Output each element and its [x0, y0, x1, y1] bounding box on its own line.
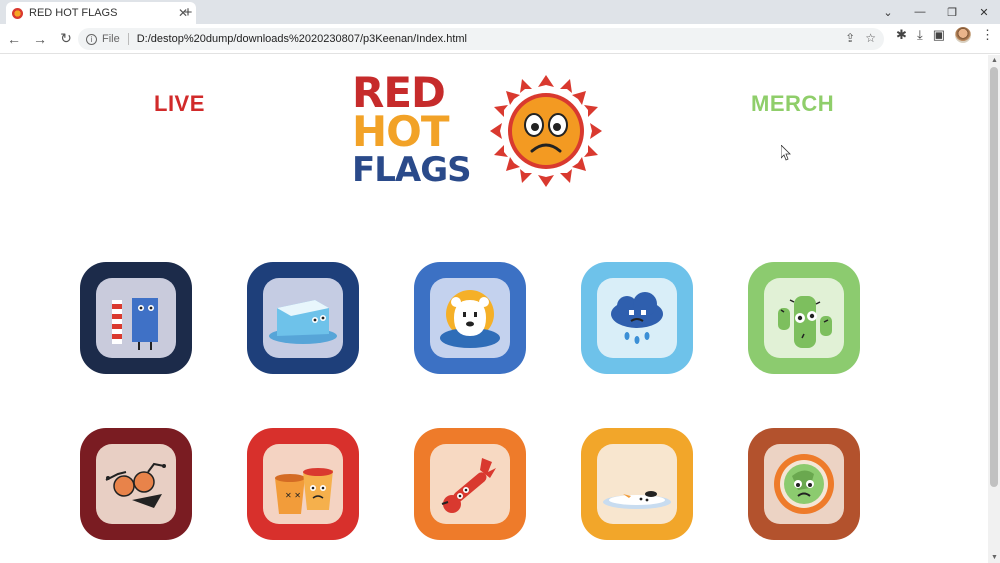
minimize-icon[interactable]: — — [904, 0, 936, 24]
icon-tile-7[interactable]: ✕ ✕ — [247, 428, 359, 540]
profile-avatar[interactable] — [955, 27, 971, 43]
bugs-icon — [96, 444, 176, 524]
burning-earth-icon — [764, 444, 844, 524]
page-content: LIVE MERCH RED HOT FLAGS ✕ ✕ — [0, 55, 988, 563]
merch-link[interactable]: MERCH — [751, 91, 834, 117]
mouse-cursor-icon — [781, 145, 791, 161]
cactus-icon — [764, 278, 844, 358]
icon-tile-2[interactable] — [247, 262, 359, 374]
url-text[interactable]: D:/destop%20dump/downloads%2020230807/p3… — [137, 33, 467, 45]
thermometer-icon — [430, 444, 510, 524]
tab-search-icon[interactable]: ⌄ — [872, 0, 904, 24]
polar-bear-icon — [430, 278, 510, 358]
address-bar[interactable]: i File D:/destop%20dump/downloads%202023… — [78, 28, 884, 50]
close-window-icon[interactable]: ✕ — [968, 0, 1000, 24]
sun-favicon-icon — [12, 7, 23, 19]
icon-tile-1[interactable] — [80, 262, 192, 374]
icon-tile-4[interactable] — [581, 262, 693, 374]
hot-cold-icon — [96, 278, 176, 358]
tab-strip: RED HOT FLAGS ✕ + ⌄ — ❐ ✕ — [0, 0, 1000, 24]
logo-line-hot: HOT — [352, 107, 450, 156]
share-icon[interactable]: ⇪ — [845, 31, 855, 45]
vertical-scrollbar[interactable]: ▲ ▼ — [988, 55, 1000, 563]
info-icon[interactable]: i — [86, 33, 97, 45]
browser-toolbar: ← → ↻ i File D:/destop%20dump/downloads%… — [0, 24, 1000, 54]
tab-title: RED HOT FLAGS — [29, 7, 118, 19]
rain-cloud-icon — [597, 278, 677, 358]
menu-icon[interactable]: ⋮ — [981, 27, 994, 43]
live-link[interactable]: LIVE — [154, 91, 205, 117]
icon-tile-6[interactable] — [80, 428, 192, 540]
browser-window: RED HOT FLAGS ✕ + ⌄ — ❐ ✕ ← → ↻ i File D… — [0, 0, 1000, 563]
icon-tile-10[interactable] — [748, 428, 860, 540]
url-scheme: File — [102, 33, 129, 45]
svg-text:✕ ✕: ✕ ✕ — [285, 491, 301, 500]
bookmark-star-icon[interactable]: ☆ — [865, 31, 876, 45]
site-logo[interactable]: RED HOT FLAGS — [352, 72, 472, 190]
melting-ice-icon — [263, 278, 343, 358]
side-panel-icon[interactable]: ▣ — [933, 27, 945, 43]
new-tab-button[interactable]: + — [180, 4, 196, 21]
scroll-thumb[interactable] — [990, 67, 998, 487]
icon-tile-9[interactable] — [581, 428, 693, 540]
melted-snowman-icon — [597, 444, 677, 524]
window-controls: ⌄ — ❐ ✕ — [872, 0, 1000, 24]
extensions-icon[interactable]: ✱ — [896, 27, 907, 43]
restore-icon[interactable]: ❐ — [936, 0, 968, 24]
scroll-up-icon[interactable]: ▲ — [991, 57, 998, 64]
browser-tab[interactable]: RED HOT FLAGS ✕ — [6, 2, 196, 24]
logo-line-flags: FLAGS — [352, 150, 472, 190]
scroll-down-icon[interactable]: ▼ — [991, 554, 998, 561]
icon-tile-8[interactable] — [414, 428, 526, 540]
reload-icon[interactable]: ↻ — [54, 27, 78, 51]
forward-icon[interactable]: → — [28, 27, 52, 51]
icon-tile-5[interactable] — [748, 262, 860, 374]
download-icon[interactable]: ⤓ — [917, 27, 923, 43]
back-icon[interactable]: ← — [2, 27, 26, 51]
icon-tile-3[interactable] — [414, 262, 526, 374]
sad-sun-icon — [490, 75, 602, 187]
cups-icon: ✕ ✕ — [263, 444, 343, 524]
